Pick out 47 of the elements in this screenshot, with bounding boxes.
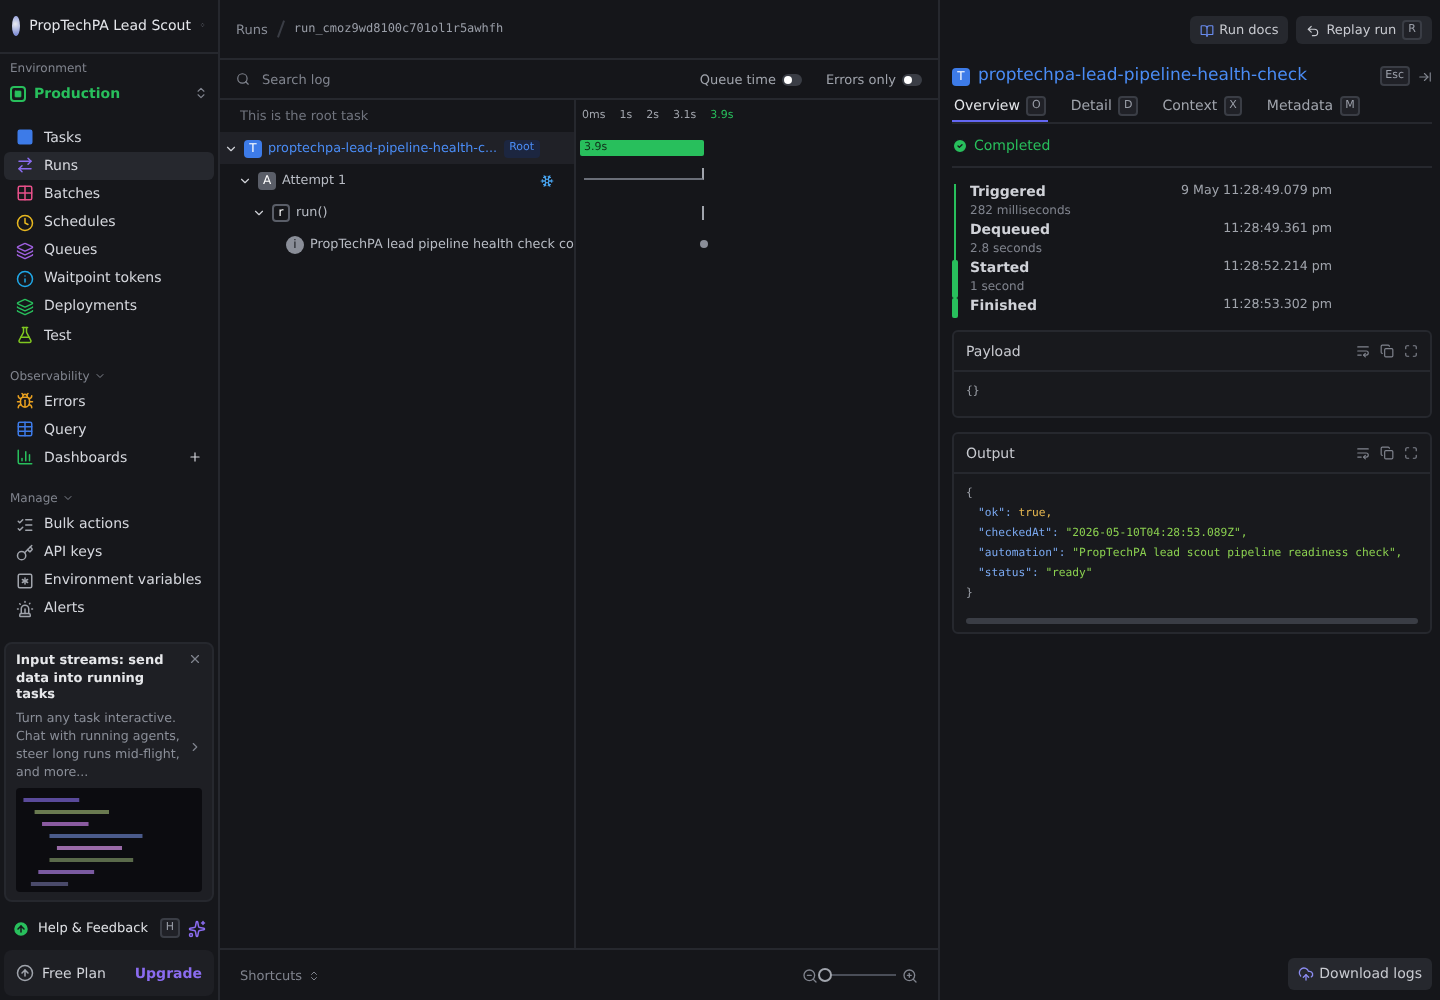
expand-icon[interactable] [1404,446,1418,460]
queue-icon [16,241,34,260]
alarm-icon [16,599,34,618]
task-title: proptechpa-lead-pipeline-health-check [978,66,1310,86]
zoom-slider[interactable] [818,968,832,982]
cloud-icon [1297,966,1314,982]
bar-chart-icon [16,448,34,467]
sparkle-icon[interactable] [188,919,206,938]
flask-icon [16,326,34,345]
check-icon [952,137,968,153]
book-icon [1199,23,1214,37]
chevron-down-icon[interactable] [238,173,252,187]
environment-icon [10,85,26,102]
project-avatar[interactable] [12,15,20,36]
upgrade-icon [16,964,34,983]
wrap-icon[interactable] [1356,344,1370,358]
search-icon [236,72,250,86]
stack-icon [16,297,34,316]
toggle-switch[interactable] [902,73,922,85]
token-icon [16,269,34,288]
toggle-switch[interactable] [781,73,802,85]
list-icon [16,515,34,534]
clock-icon [16,213,34,232]
log-dot [700,240,708,248]
snowflake-icon [540,173,554,187]
selector-icon[interactable] [194,86,208,101]
zoom-in-icon[interactable] [902,967,918,983]
chevron-down-icon[interactable] [252,205,266,219]
tasks-icon [16,128,34,147]
undo-icon [1306,23,1321,37]
add-icon[interactable] [188,450,202,465]
expand-icon[interactable] [1404,344,1418,358]
wrap-icon[interactable] [1356,446,1370,460]
runs-icon [16,156,34,175]
collapse-icon[interactable] [1418,69,1432,83]
variables-icon [16,571,34,590]
copy-icon[interactable] [1380,446,1394,460]
zoom-out-icon[interactable] [802,967,818,983]
close-icon[interactable] [188,652,202,667]
bug-icon [16,392,34,411]
copy-icon[interactable] [1380,344,1394,358]
chevron-right-icon[interactable] [188,739,202,754]
key-icon [16,543,34,562]
table-icon [16,420,34,439]
help-icon[interactable] [12,919,30,938]
grid-icon [16,184,34,203]
chevron-down-icon[interactable] [224,141,238,155]
